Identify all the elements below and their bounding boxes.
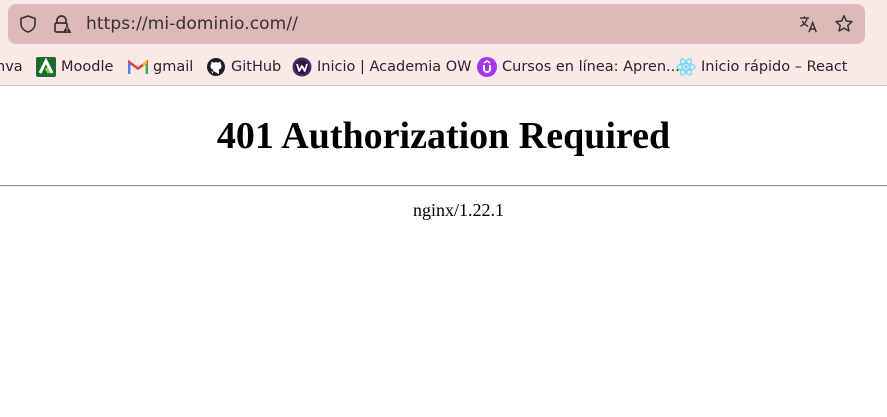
udemy-icon — [477, 57, 497, 77]
bookmark-label: Cursos en línea: Apren... — [502, 59, 680, 75]
bookmark-label: gmail — [153, 59, 194, 75]
server-signature: nginx/1.22.1 — [412, 200, 504, 220]
page-content: 401 Authorization Required nginx/1.22.1 — [0, 86, 887, 417]
bookmark-label: Inicio rápido – React — [701, 59, 848, 75]
bookmark-label: nva — [0, 59, 23, 75]
bookmark-udemy[interactable]: Cursos en línea: Apren... — [477, 56, 680, 78]
address-bar[interactable]: https://mi-dominio.com// — [8, 4, 865, 44]
bookmark-label: GitHub — [231, 59, 282, 75]
shield-icon[interactable] — [18, 14, 38, 34]
divider — [0, 185, 887, 187]
bookmark-gmail[interactable]: gmail — [128, 56, 193, 78]
browser-toolbar: https://mi-dominio.com// nva Moodle gmai… — [0, 0, 887, 86]
react-icon — [676, 57, 696, 77]
gmail-icon — [128, 57, 148, 77]
bookmark-academia-ow[interactable]: Inicio | Academia OW — [292, 56, 472, 78]
bookmark-moodle[interactable]: Moodle — [36, 56, 113, 78]
bookmarks-bar: nva Moodle gmail GitHub Inicio | Academi… — [0, 52, 887, 82]
page-title: 401 Authorization Required — [216, 115, 671, 157]
bookmark-label: Inicio | Academia OW — [317, 59, 472, 75]
translate-icon[interactable] — [799, 14, 819, 34]
lock-warning-icon[interactable] — [52, 14, 72, 34]
bookmark-label: Moodle — [61, 59, 114, 75]
url-text[interactable]: https://mi-dominio.com// — [86, 4, 298, 44]
academia-ow-icon — [292, 57, 312, 77]
github-icon — [206, 57, 226, 77]
moodle-icon — [36, 57, 56, 77]
star-icon[interactable] — [834, 14, 854, 34]
bookmark-react[interactable]: Inicio rápido – React — [676, 56, 848, 78]
bookmark-item[interactable]: nva — [0, 56, 23, 78]
bookmark-github[interactable]: GitHub — [206, 56, 281, 78]
